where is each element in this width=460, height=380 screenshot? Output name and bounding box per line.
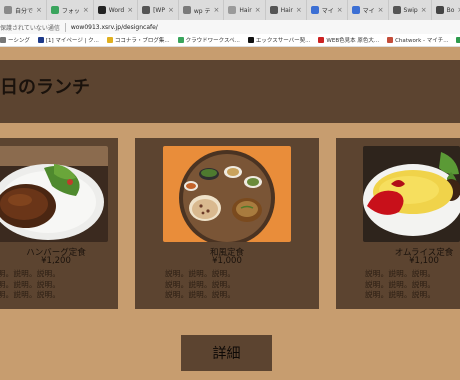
- bookmark-favicon-icon: [0, 37, 6, 43]
- menu-card-omurice: オムライス定食 ¥1,100 説明。説明。説明。 説明。説明。説明。 説明。説明…: [336, 138, 460, 309]
- tab-close-icon[interactable]: ×: [213, 6, 219, 14]
- tab-favicon-icon: [50, 6, 59, 14]
- washoku-photo: [163, 146, 291, 242]
- tab-favicon-icon: [182, 6, 191, 14]
- tab-label: Hair: [280, 6, 293, 14]
- hamburg-photo: [0, 146, 108, 242]
- tab-close-icon[interactable]: ×: [378, 6, 384, 14]
- page-title: 日のランチ: [0, 77, 90, 98]
- bookmark-item[interactable]: エックスサーバー契...: [247, 36, 311, 44]
- menu-card-description: 説明。説明。説明。 説明。説明。説明。 説明。説明。説明。: [365, 269, 435, 301]
- browser-tab[interactable]: Bo×: [432, 0, 460, 20]
- tab-favicon-icon: [228, 6, 237, 14]
- tab-label: wp テ: [193, 7, 211, 15]
- bookmark-label: WEB色見本 原色大...: [326, 38, 380, 44]
- browser-tab[interactable]: [WP ×: [138, 0, 179, 20]
- tab-close-icon[interactable]: ×: [168, 6, 174, 14]
- bookmark-label: ーシング: [8, 38, 30, 44]
- tab-close-icon[interactable]: ×: [127, 6, 133, 14]
- bookmark-item[interactable]: Chatwork - マイチ...: [387, 36, 448, 44]
- address-bar[interactable]: 保護されていない通信 wow0913.xsrv.jp/designcafe/: [0, 20, 460, 34]
- menu-card-price: ¥1,200: [41, 256, 71, 266]
- browser-tab[interactable]: マイ ×: [307, 0, 348, 20]
- description-line: 説明。説明。説明。: [165, 269, 236, 278]
- tab-favicon-icon: [310, 6, 319, 14]
- menu-card-hamburg: ハンバーグ定食 ¥1,200 説明。説明。説明。 説明。説明。説明。 説明。説明…: [0, 138, 118, 309]
- tab-label: 自分で: [15, 7, 34, 15]
- browser-tab-strip: 自分で × フォッ × Word × [WP × wp テ × Hair × Hair × マイ × マイ × Sw…: [0, 0, 460, 20]
- omurice-photo: [363, 146, 460, 242]
- tab-favicon-icon: [269, 6, 278, 14]
- tab-favicon-icon: [351, 6, 360, 14]
- tab-label: Bo: [446, 6, 455, 14]
- tab-label: [WP: [153, 6, 165, 14]
- browser-tab[interactable]: wp テ ×: [179, 0, 225, 20]
- bookmark-label: Chatwork - マイチ...: [395, 38, 449, 44]
- browser-tab[interactable]: Hair ×: [266, 0, 307, 20]
- address-divider: [64, 22, 66, 32]
- bookmark-favicon-icon: [387, 37, 394, 43]
- menu-card-washoku: 和風定食 ¥1,000 説明。説明。説明。 説明。説明。説明。 説明。説明。説明…: [135, 138, 319, 309]
- description-line: 説明。説明。説明。: [0, 269, 61, 278]
- bookmark-label: [1] マイページ | ク...: [45, 38, 99, 44]
- description-line: 説明。説明。説明。: [165, 290, 236, 299]
- bookmark-item[interactable]: WEB色見本 原色大...: [318, 36, 379, 44]
- description-line: 説明。説明。説明。: [165, 279, 236, 289]
- tab-favicon-icon: [392, 6, 401, 14]
- browser-tab[interactable]: 自分で ×: [0, 0, 47, 20]
- description-line: 説明。説明。説明。: [0, 290, 61, 299]
- browser-tab[interactable]: Swip ×: [389, 0, 432, 20]
- browser-tab[interactable]: マイ ×: [348, 0, 389, 20]
- tab-favicon-icon: [435, 6, 444, 14]
- bookmark-item[interactable]: [1] マイページ | ク...: [37, 36, 99, 44]
- bookmark-favicon-icon: [177, 37, 184, 43]
- browser-tab[interactable]: フォッ ×: [47, 0, 94, 20]
- security-indicator[interactable]: 保護されていない通信: [0, 23, 60, 32]
- tab-close-icon[interactable]: ×: [36, 6, 42, 14]
- tab-close-icon[interactable]: ×: [421, 6, 427, 14]
- bookmark-item[interactable]: ココナラ・ブログ集...: [106, 36, 170, 44]
- tab-label: マイ: [362, 7, 375, 15]
- description-line: 説明。説明。説明。: [365, 279, 436, 289]
- bookmark-favicon-icon: [318, 37, 325, 43]
- title-band: 日のランチ: [0, 60, 460, 123]
- menu-card-price: ¥1,000: [212, 256, 242, 266]
- tab-label: フォッ: [61, 7, 80, 15]
- tab-label: Hair: [239, 6, 252, 14]
- browser-tab[interactable]: Word ×: [94, 0, 139, 20]
- bookmark-label: エックスサーバー契...: [255, 38, 311, 44]
- bookmark-item[interactable]: ーシング: [0, 36, 30, 44]
- description-line: 説明。説明。説明。: [365, 269, 436, 278]
- bookmarks-bar: ーシング [1] マイページ | ク... ココナラ・ブログ集... クラウドワークス…: [0, 34, 460, 47]
- bookmark-favicon-icon: [456, 37, 460, 43]
- browser-tab[interactable]: Hair ×: [224, 0, 266, 20]
- bookmark-item[interactable]: クラウドワークスペ...: [177, 36, 240, 44]
- description-line: 説明。説明。説明。: [0, 279, 61, 289]
- tab-close-icon[interactable]: ×: [83, 6, 89, 14]
- tab-close-icon[interactable]: ×: [337, 6, 343, 14]
- url-text[interactable]: wow0913.xsrv.jp/designcafe/: [71, 24, 158, 31]
- detail-button[interactable]: 詳細: [181, 335, 272, 371]
- tab-label: マイ: [321, 7, 334, 15]
- bookmark-favicon-icon: [247, 37, 254, 43]
- web-page: 日のランチ ハンバーグ定食 ¥1,200 説明。説明。説明。 説明。説明。説明。…: [0, 47, 460, 380]
- bookmark-item[interactable]: Google スプレッド...: [456, 36, 460, 44]
- description-line: 説明。説明。説明。: [365, 290, 436, 299]
- tab-favicon-icon: [97, 6, 106, 14]
- bookmark-label: ココナラ・ブログ集...: [114, 38, 170, 44]
- tab-close-icon[interactable]: ×: [255, 6, 261, 14]
- tab-favicon-icon: [4, 6, 12, 14]
- menu-card-price: ¥1,100: [409, 256, 439, 266]
- tab-close-icon[interactable]: ×: [296, 6, 302, 14]
- bookmark-favicon-icon: [106, 37, 113, 43]
- menu-card-description: 説明。説明。説明。 説明。説明。説明。 説明。説明。説明。: [0, 269, 60, 301]
- bookmark-favicon-icon: [37, 37, 44, 43]
- menu-card-description: 説明。説明。説明。 説明。説明。説明。 説明。説明。説明。: [165, 269, 235, 301]
- bookmark-label: クラウドワークスペ...: [185, 38, 240, 44]
- tab-favicon-icon: [142, 6, 151, 14]
- tab-label: Word: [108, 6, 125, 14]
- tab-label: Swip: [403, 6, 418, 14]
